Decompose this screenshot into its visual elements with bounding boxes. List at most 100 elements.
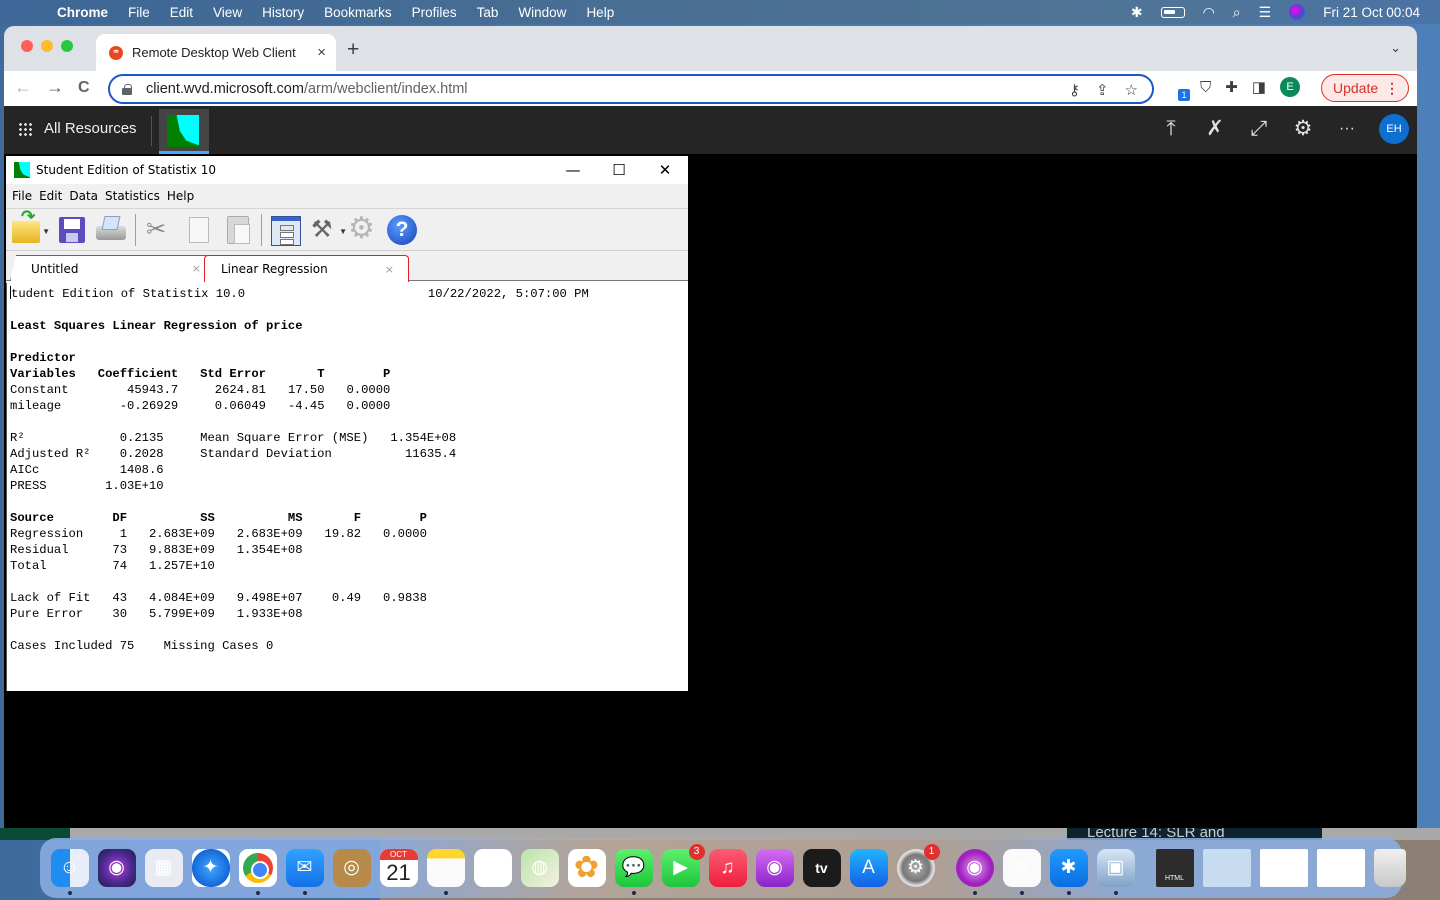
password-key-icon[interactable]: ⚷: [1069, 81, 1080, 99]
fullscreen-icon[interactable]: ⤢: [1247, 115, 1271, 143]
forward-button[interactable]: →: [46, 77, 64, 98]
regression-report[interactable]: tudent Edition of Statistix 10.0 10/22/2…: [6, 283, 688, 691]
dock-app-screen-recorder[interactable]: ◉: [955, 849, 994, 895]
menu-file[interactable]: File: [12, 189, 32, 203]
dock-app-notes[interactable]: [426, 849, 465, 895]
upload-icon[interactable]: ⤒: [1159, 115, 1183, 143]
print-button[interactable]: [94, 213, 128, 247]
close-tab-icon[interactable]: ×: [385, 263, 394, 276]
cut-button[interactable]: ✂: [142, 213, 176, 247]
dock-app-system-preferences[interactable]: ⚙ 1: [896, 844, 940, 887]
menu-view[interactable]: View: [213, 5, 242, 20]
profile-avatar[interactable]: E: [1280, 77, 1301, 97]
shield-extension-icon[interactable]: ⛉: [1200, 79, 1211, 96]
minimize-window-button[interactable]: [41, 40, 53, 52]
dock-app-reminders[interactable]: ≡: [473, 849, 512, 887]
open-file-button[interactable]: ▼: [10, 207, 50, 247]
dock-app-launchpad[interactable]: ▦: [144, 849, 183, 887]
menu-profiles[interactable]: Profiles: [412, 5, 457, 20]
dock-app-safari[interactable]: ✦: [191, 849, 230, 887]
dock-file-html[interactable]: HTML: [1155, 849, 1194, 887]
dock-app-textedit[interactable]: ✎: [1002, 849, 1041, 895]
siri-icon[interactable]: [1289, 4, 1306, 20]
menu-statistics[interactable]: Statistics: [105, 189, 160, 203]
dock-app-photos[interactable]: [567, 849, 606, 887]
menu-help[interactable]: Help: [167, 189, 194, 203]
fullscreen-window-button[interactable]: [61, 40, 73, 52]
dock-app-maps[interactable]: ◍: [520, 849, 559, 887]
menu-tab[interactable]: Tab: [477, 5, 499, 20]
puzzle-extensions-icon[interactable]: ✚: [1225, 78, 1238, 96]
menu-edit[interactable]: Edit: [39, 189, 62, 203]
dock-app-podcasts[interactable]: ◉: [755, 849, 794, 887]
user-avatar[interactable]: EH: [1379, 114, 1409, 144]
dock-app-messages[interactable]: 💬: [614, 849, 653, 895]
new-tab-button[interactable]: +: [347, 38, 359, 62]
close-tab-icon[interactable]: ×: [192, 262, 201, 275]
bluetooth-icon[interactable]: ✱: [1131, 4, 1143, 21]
menu-data[interactable]: Data: [69, 189, 98, 203]
close-tab-icon[interactable]: ×: [317, 44, 326, 61]
close-window-button[interactable]: [21, 40, 33, 52]
extension-icon[interactable]: 1: [1166, 77, 1190, 101]
tab-linear-regression[interactable]: Linear Regression ×: [204, 255, 409, 282]
dock-app-preview[interactable]: ▣: [1096, 849, 1135, 895]
menu-app-chrome[interactable]: Chrome: [57, 5, 108, 20]
menu-window[interactable]: Window: [518, 5, 566, 20]
settings-gear-icon[interactable]: ⚙: [1291, 115, 1315, 143]
paste-button[interactable]: [220, 213, 254, 247]
browser-tab-remote-desktop[interactable]: ꟹ Remote Desktop Web Client ×: [96, 34, 336, 71]
dock-app-tv[interactable]: tv: [802, 849, 841, 887]
all-resources-link[interactable]: All Resources: [44, 120, 137, 137]
dock-app-contacts[interactable]: ◎: [332, 849, 371, 887]
dock-app-finder[interactable]: ☺: [50, 849, 89, 895]
save-button[interactable]: [55, 213, 89, 247]
maximize-button[interactable]: ☐: [596, 156, 642, 184]
wifi-icon[interactable]: ◠: [1203, 4, 1215, 21]
dock-window-preview[interactable]: [1259, 849, 1308, 887]
control-center-icon[interactable]: ☰: [1259, 4, 1272, 21]
unpin-icon[interactable]: ✗: [1203, 115, 1227, 143]
dock-app-app-store[interactable]: A: [849, 849, 888, 887]
menu-file[interactable]: File: [128, 5, 150, 20]
session-tab-statistix[interactable]: [159, 109, 209, 154]
reload-button[interactable]: C: [78, 79, 90, 97]
menu-bookmarks[interactable]: Bookmarks: [324, 5, 392, 20]
more-options-icon[interactable]: ···: [1335, 115, 1359, 143]
dock-app-facetime[interactable]: ▶ 3: [661, 844, 705, 887]
address-bar[interactable]: client.wvd.microsoft.com/arm/webclient/i…: [108, 74, 1154, 104]
statistix-title-bar[interactable]: Student Edition of Statistix 10 — ☐ ✕: [6, 156, 688, 184]
back-button[interactable]: ←: [14, 77, 32, 98]
minimize-button[interactable]: —: [550, 156, 596, 184]
app-grid-icon[interactable]: [18, 122, 32, 136]
dock-window-document[interactable]: [1202, 849, 1251, 887]
menu-edit[interactable]: Edit: [170, 5, 193, 20]
battery-icon[interactable]: [1160, 6, 1185, 18]
copy-button[interactable]: [181, 213, 215, 247]
close-button[interactable]: ✕: [642, 156, 688, 184]
menu-help[interactable]: Help: [586, 5, 614, 20]
dock-app-chrome[interactable]: [238, 849, 277, 895]
help-button[interactable]: ?: [385, 213, 419, 247]
side-panel-icon[interactable]: ◨: [1252, 78, 1266, 96]
remote-session-canvas[interactable]: Student Edition of Statistix 10 — ☐ ✕ Fi…: [4, 154, 1417, 836]
dock-app-calendar[interactable]: OCT 21: [379, 849, 418, 887]
dig-button[interactable]: ⚒ ▼: [307, 213, 347, 247]
dock-app-bluetooth-file-exchange[interactable]: ✱: [1049, 849, 1088, 895]
spotlight-search-icon[interactable]: ⌕: [1233, 4, 1241, 21]
menubar-clock[interactable]: Fri 21 Oct 00:04: [1323, 5, 1420, 20]
dock-app-siri[interactable]: ◉: [97, 849, 136, 887]
dock-window-chrome[interactable]: [1316, 849, 1365, 887]
dialog-button[interactable]: [268, 213, 302, 247]
dock-trash[interactable]: [1373, 849, 1406, 887]
tab-untitled[interactable]: Untitled ×: [10, 255, 210, 281]
dropdown-arrow-icon[interactable]: ▼: [42, 227, 50, 236]
bookmark-star-icon[interactable]: ☆: [1125, 81, 1138, 99]
options-button[interactable]: ⚙: [346, 212, 380, 247]
update-button[interactable]: Update ⋮: [1321, 74, 1409, 102]
share-icon[interactable]: ⇪: [1096, 81, 1109, 99]
lock-icon[interactable]: [122, 83, 132, 95]
tab-search-chevron-icon[interactable]: ⌄: [1390, 40, 1401, 56]
dock-app-mail[interactable]: ✉: [285, 849, 324, 895]
dock-app-music[interactable]: ♫: [708, 849, 747, 887]
